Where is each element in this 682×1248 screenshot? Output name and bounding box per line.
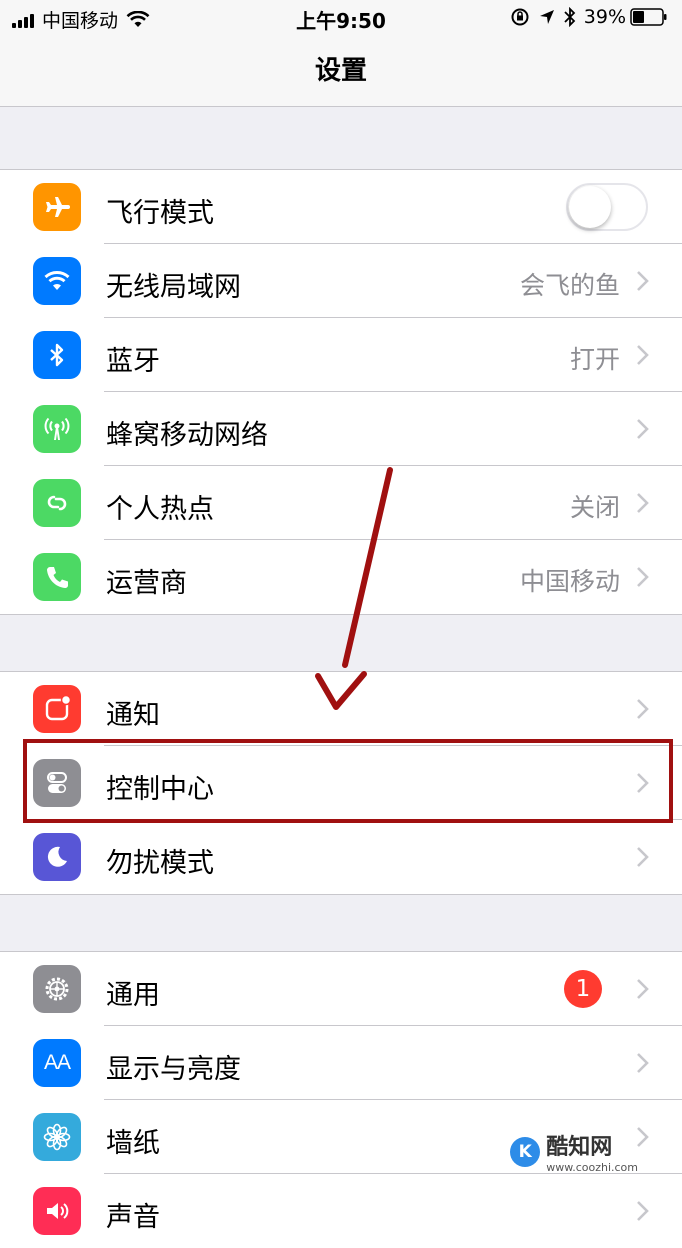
row-label: 飞行模式: [106, 198, 214, 229]
row-label: 通用: [106, 980, 160, 1011]
battery-percent: 39%: [583, 6, 626, 28]
bluetooth-icon: [33, 331, 81, 379]
orientation-lock-icon: [511, 8, 529, 26]
row-value: 会飞的鱼: [519, 271, 620, 300]
settings-row-bluetooth[interactable]: 蓝牙 打开: [0, 318, 682, 392]
navigation-bar: 设置: [0, 36, 682, 107]
gear-icon: [33, 965, 81, 1013]
chevron-right-icon: [637, 847, 649, 867]
page-title: 设置: [314, 56, 367, 86]
chevron-right-icon: [637, 699, 649, 719]
settings-row-display-brightness[interactable]: AA 显示与亮度: [0, 1026, 682, 1100]
watermark-name: 酷知网: [546, 1135, 613, 1160]
watermark-logo: K: [510, 1136, 541, 1167]
highlight-box: [23, 739, 673, 823]
chevron-right-icon: [637, 1053, 649, 1073]
moon-icon: [33, 833, 81, 881]
settings-row-general[interactable]: 通用 1: [0, 952, 682, 1026]
notifications-icon: [33, 685, 81, 733]
chevron-right-icon: [637, 1127, 649, 1147]
chevron-right-icon: [637, 979, 649, 999]
sound-icon: [33, 1187, 81, 1235]
airplane-icon: [33, 183, 81, 231]
location-icon: [539, 10, 554, 24]
row-label: 无线局域网: [106, 272, 241, 303]
wallpaper-icon: [33, 1113, 81, 1161]
battery-icon: [630, 8, 667, 26]
row-label: 显示与亮度: [106, 1054, 241, 1085]
phone-icon: [33, 553, 81, 601]
hotspot-icon: [33, 479, 81, 527]
row-value: 打开: [569, 345, 620, 374]
settings-row-cellular[interactable]: 蜂窝移动网络: [0, 392, 682, 466]
settings-row-carrier[interactable]: 运营商 中国移动: [0, 540, 682, 614]
display-icon-text: AA: [43, 1051, 71, 1074]
row-label: 蜂窝移动网络: [106, 420, 268, 451]
chevron-right-icon: [637, 271, 649, 291]
chevron-right-icon: [637, 493, 649, 513]
notification-badge: 1: [564, 970, 602, 1008]
row-label: 通知: [106, 700, 160, 731]
wifi-icon: [33, 257, 81, 305]
status-bar: 中国移动 上午9:50 39%: [0, 0, 682, 36]
row-label: 勿扰模式: [106, 848, 214, 879]
chevron-right-icon: [637, 419, 649, 439]
row-value: 中国移动: [519, 567, 620, 596]
watermark-url: www.coozhi.com: [546, 1161, 638, 1174]
row-label: 声音: [106, 1202, 160, 1233]
watermark: K 酷知网 www.coozhi.com: [510, 1129, 638, 1174]
row-label: 运营商: [106, 568, 187, 599]
settings-group-general: 通用 1 AA 显示与亮度 墙纸 声音: [0, 951, 682, 1248]
settings-row-do-not-disturb[interactable]: 勿扰模式: [0, 820, 682, 894]
bluetooth-status-icon: [564, 7, 576, 27]
display-icon: AA: [33, 1039, 81, 1087]
settings-group-connectivity: 飞行模式 无线局域网 会飞的鱼 蓝牙 打开 蜂窝移动网络 个人热点 关闭 运营商…: [0, 169, 682, 615]
row-value: 关闭: [569, 493, 620, 522]
settings-row-airplane-mode[interactable]: 飞行模式: [0, 170, 682, 244]
cellular-icon: [33, 405, 81, 453]
chevron-right-icon: [637, 345, 649, 365]
airplane-mode-toggle[interactable]: [566, 183, 648, 231]
settings-row-wifi[interactable]: 无线局域网 会飞的鱼: [0, 244, 682, 318]
row-label: 蓝牙: [106, 346, 160, 377]
watermark-text: 酷知网 www.coozhi.com: [546, 1129, 638, 1174]
status-right: 39%: [510, 6, 668, 28]
settings-row-personal-hotspot[interactable]: 个人热点 关闭: [0, 466, 682, 540]
row-label: 墙纸: [106, 1128, 160, 1159]
chevron-right-icon: [637, 567, 649, 587]
settings-row-sounds[interactable]: 声音: [0, 1174, 682, 1248]
settings-row-notifications[interactable]: 通知: [0, 672, 682, 746]
chevron-right-icon: [637, 1201, 649, 1221]
toggle-knob: [569, 186, 611, 228]
row-label: 个人热点: [106, 494, 214, 525]
